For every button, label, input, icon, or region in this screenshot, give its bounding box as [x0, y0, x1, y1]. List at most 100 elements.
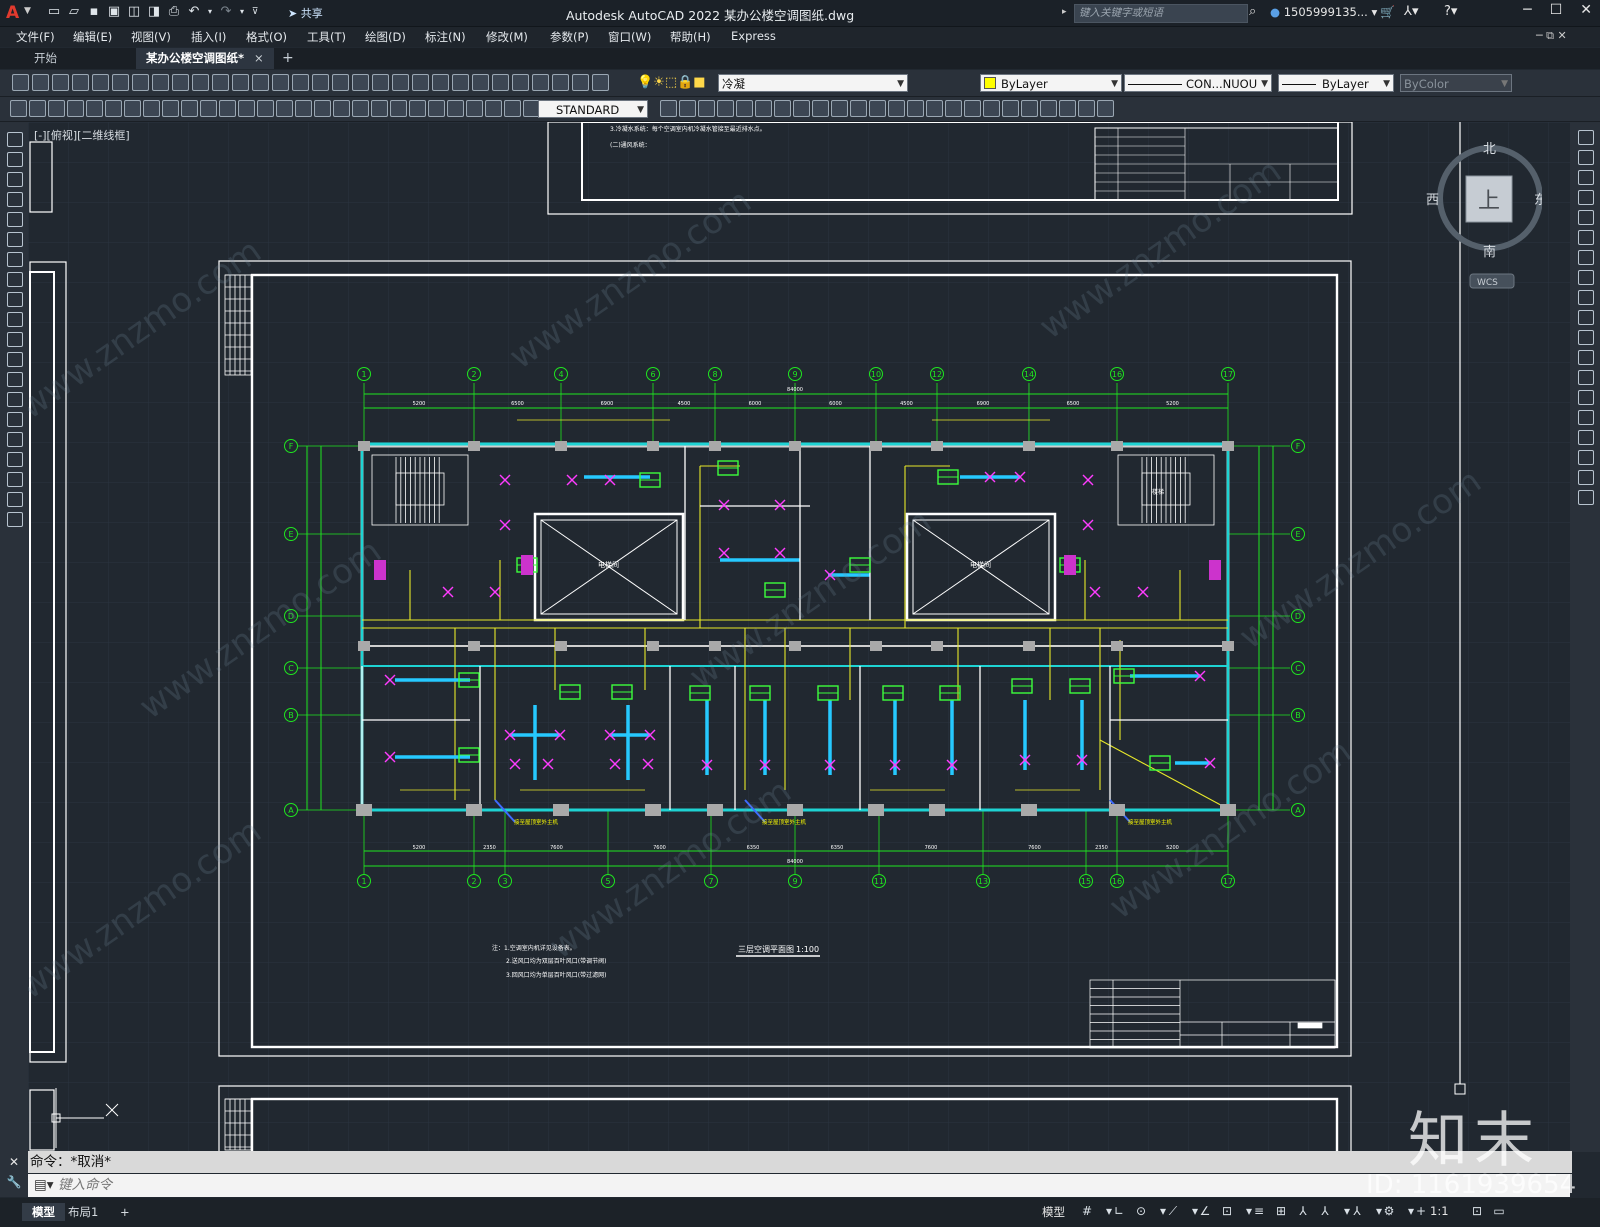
modify-tool-icon[interactable] — [1578, 290, 1594, 305]
dim-tool-27-icon[interactable] — [504, 100, 521, 117]
command-prompt-icon[interactable]: ▤▾ — [34, 1174, 58, 1197]
dim-tool-47-icon[interactable] — [1002, 100, 1019, 117]
dim-tool-10-icon[interactable] — [181, 100, 198, 117]
dim-tool-52-icon[interactable] — [1097, 100, 1114, 117]
tab-drawing[interactable]: 某办公楼空调图纸* × — [136, 48, 274, 69]
modify-tool-icon[interactable] — [1578, 210, 1594, 225]
standard-tool-5-icon[interactable] — [92, 74, 109, 91]
menu-format[interactable]: 格式(O) — [246, 29, 287, 45]
modify-tool-icon[interactable] — [1578, 410, 1594, 425]
dim-tool-2-icon[interactable] — [29, 100, 46, 117]
dim-tool-43-icon[interactable] — [926, 100, 943, 117]
modify-tool-icon[interactable] — [1578, 470, 1594, 485]
standard-tool-15-icon[interactable] — [292, 74, 309, 91]
app-menu-arrow-icon[interactable]: ▼ — [24, 6, 31, 16]
tab-start[interactable]: 开始 — [24, 48, 67, 69]
help-search-input[interactable]: 键入关键字或短语 — [1074, 4, 1248, 23]
doc-window-controls[interactable]: ─ ⧉ ✕ — [1536, 29, 1567, 43]
dim-tool-37-icon[interactable] — [812, 100, 829, 117]
search-expand-icon[interactable]: ▸ — [1062, 7, 1067, 17]
annotation-scale[interactable]: 1:1 — [1430, 1204, 1449, 1218]
dim-tool-17-icon[interactable] — [314, 100, 331, 117]
dim-tool-36-icon[interactable] — [793, 100, 810, 117]
dim-tool-24-icon[interactable] — [447, 100, 464, 117]
dim-tool-4-icon[interactable] — [67, 100, 84, 117]
modify-tool-icon[interactable] — [1578, 490, 1594, 505]
status-toggle-icon[interactable]: ⚙ — [1382, 1204, 1396, 1218]
standard-tool-2-icon[interactable] — [32, 74, 49, 91]
dim-tool-41-icon[interactable] — [888, 100, 905, 117]
standard-tool-7-icon[interactable] — [132, 74, 149, 91]
standard-tool-8-icon[interactable] — [152, 74, 169, 91]
draw-tool-icon[interactable] — [7, 232, 23, 247]
dim-tool-15-icon[interactable] — [276, 100, 293, 117]
standard-tool-30-icon[interactable] — [592, 74, 609, 91]
standard-tool-23-icon[interactable] — [452, 74, 469, 91]
standard-tool-12-icon[interactable] — [232, 74, 249, 91]
drawing-viewport[interactable]: 3.冷凝水系统：每个空调室内机冷凝水管接至最近排水点。 (二)通风系统： 124… — [28, 122, 1570, 1152]
maximize-icon[interactable]: ☐ — [1550, 2, 1563, 18]
autocad-logo-icon[interactable]: A — [6, 3, 19, 23]
standard-tool-24-icon[interactable] — [472, 74, 489, 91]
modify-tool-icon[interactable] — [1578, 370, 1594, 385]
close-icon[interactable]: ✕ — [1580, 2, 1592, 18]
dim-tool-22-icon[interactable] — [409, 100, 426, 117]
dim-tool-14-icon[interactable] — [257, 100, 274, 117]
standard-tool-29-icon[interactable] — [572, 74, 589, 91]
standard-tool-6-icon[interactable] — [112, 74, 129, 91]
status-toggle-icon[interactable]: ⟋ — [1166, 1204, 1180, 1218]
standard-tool-27-icon[interactable] — [532, 74, 549, 91]
status-toggle-icon[interactable]: ⊞ — [1274, 1204, 1288, 1218]
standard-tool-10-icon[interactable] — [192, 74, 209, 91]
status-toggle-icon[interactable]: ≡ — [1252, 1204, 1266, 1218]
status-toggle-icon[interactable]: + — [1414, 1204, 1428, 1218]
draw-tool-icon[interactable] — [7, 252, 23, 267]
draw-tool-icon[interactable] — [7, 332, 23, 347]
dim-tool-39-icon[interactable] — [850, 100, 867, 117]
menu-express[interactable]: Express — [731, 29, 776, 43]
draw-tool-icon[interactable] — [7, 132, 23, 147]
status-toggle-icon[interactable]: ⊡ — [1470, 1204, 1484, 1218]
view-cube[interactable]: 上 北 南 西 东 WCS — [1418, 132, 1542, 302]
standard-tool-9-icon[interactable] — [172, 74, 189, 91]
dim-tool-5-icon[interactable] — [86, 100, 103, 117]
dim-tool-29-icon[interactable] — [660, 100, 677, 117]
status-toggle-icon[interactable]: ⊙ — [1134, 1204, 1148, 1218]
dim-tool-16-icon[interactable] — [295, 100, 312, 117]
menu-parametric[interactable]: 参数(P) — [550, 29, 589, 45]
status-toggle-icon[interactable]: ⅄ — [1318, 1204, 1332, 1218]
draw-tool-icon[interactable] — [7, 432, 23, 447]
dim-tool-48-icon[interactable] — [1021, 100, 1038, 117]
menu-tools[interactable]: 工具(T) — [307, 29, 346, 45]
standard-tool-13-icon[interactable] — [252, 74, 269, 91]
dim-tool-33-icon[interactable] — [736, 100, 753, 117]
dim-tool-31-icon[interactable] — [698, 100, 715, 117]
standard-tool-19-icon[interactable] — [372, 74, 389, 91]
dim-tool-23-icon[interactable] — [428, 100, 445, 117]
dim-tool-11-icon[interactable] — [200, 100, 217, 117]
standard-tool-1-icon[interactable] — [12, 74, 29, 91]
model-space-label[interactable]: 模型 — [1042, 1204, 1065, 1220]
menu-file[interactable]: 文件(F) — [16, 29, 55, 45]
color-dropdown[interactable]: ByLayer ▼ — [980, 74, 1122, 92]
standard-tool-11-icon[interactable] — [212, 74, 229, 91]
menu-draw[interactable]: 绘图(D) — [365, 29, 406, 45]
draw-tool-icon[interactable] — [7, 352, 23, 367]
dim-tool-49-icon[interactable] — [1040, 100, 1057, 117]
menu-modify[interactable]: 修改(M) — [486, 29, 528, 45]
dim-tool-35-icon[interactable] — [774, 100, 791, 117]
compass-north[interactable]: 北 — [1483, 142, 1496, 157]
status-toggle-icon[interactable]: ⅄ — [1296, 1204, 1310, 1218]
dim-tool-34-icon[interactable] — [755, 100, 772, 117]
modify-tool-icon[interactable] — [1578, 230, 1594, 245]
dim-tool-25-icon[interactable] — [466, 100, 483, 117]
menu-edit[interactable]: 编辑(E) — [73, 29, 112, 45]
close-tab-icon[interactable]: × — [254, 51, 264, 65]
dim-tool-8-icon[interactable] — [143, 100, 160, 117]
status-toggle-icon[interactable]: ∟ — [1112, 1204, 1126, 1218]
draw-tool-icon[interactable] — [7, 372, 23, 387]
modify-tool-icon[interactable] — [1578, 350, 1594, 365]
standard-tool-25-icon[interactable] — [492, 74, 509, 91]
standard-tool-4-icon[interactable] — [72, 74, 89, 91]
draw-tool-icon[interactable] — [7, 512, 23, 527]
